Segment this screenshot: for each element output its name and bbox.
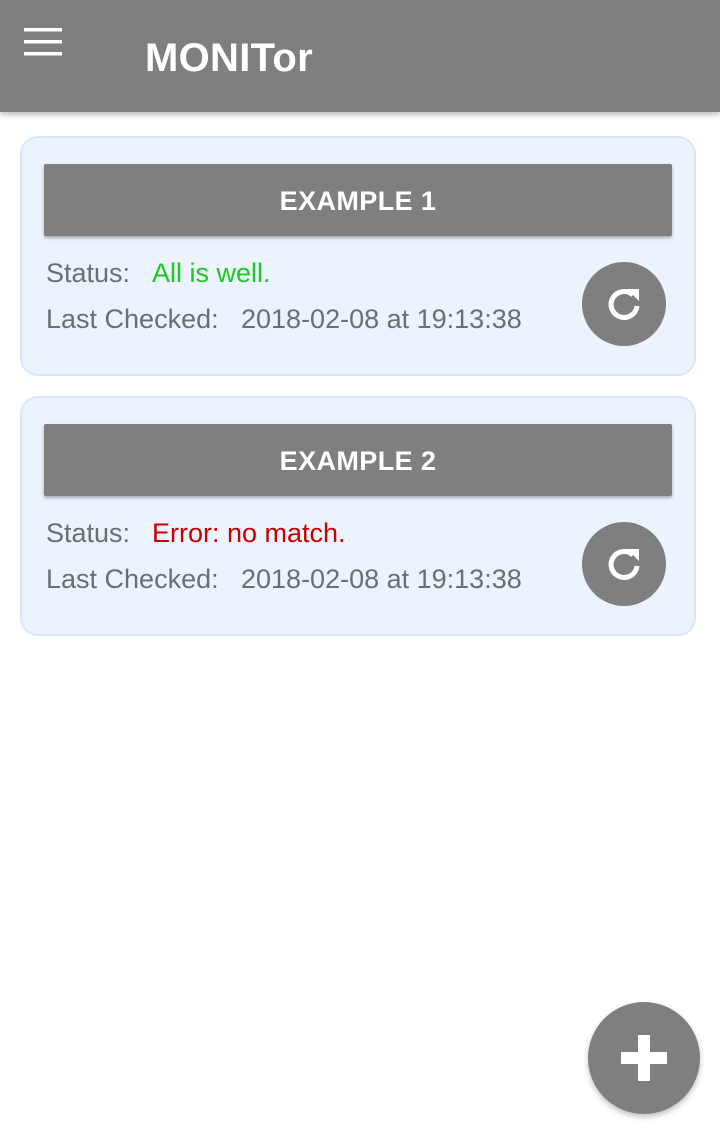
monitor-title-button[interactable]: EXAMPLE 2 (44, 424, 672, 496)
monitor-card: EXAMPLE 2 Status: Error: no match. Last C… (20, 396, 696, 636)
menu-button[interactable] (24, 28, 88, 84)
last-checked-row: Last Checked: 2018-02-08 at 19:13:38 (46, 564, 522, 595)
refresh-icon (608, 549, 640, 580)
refresh-button[interactable] (582, 522, 666, 606)
last-checked-value: 2018-02-08 at 19:13:38 (241, 304, 522, 334)
app-title: MONITor (145, 36, 313, 80)
monitor-list: EXAMPLE 1 Status: All is well. Last Check… (20, 136, 696, 656)
refresh-icon (608, 289, 640, 320)
app-bar: MONITor (0, 0, 720, 112)
status-label: Status: (46, 258, 131, 288)
status-value: Error: no match. (152, 518, 346, 548)
hamburger-menu-icon (24, 28, 62, 56)
last-checked-label: Last Checked: (46, 304, 219, 334)
status-row: Status: All is well. (46, 258, 271, 289)
last-checked-value: 2018-02-08 at 19:13:38 (241, 564, 522, 594)
monitor-title-button[interactable]: EXAMPLE 1 (44, 164, 672, 236)
monitor-card: EXAMPLE 1 Status: All is well. Last Check… (20, 136, 696, 376)
refresh-button[interactable] (582, 262, 666, 346)
last-checked-row: Last Checked: 2018-02-08 at 19:13:38 (46, 304, 522, 335)
status-value: All is well. (152, 258, 271, 288)
plus-icon (621, 1035, 667, 1081)
status-label: Status: (46, 518, 131, 548)
last-checked-label: Last Checked: (46, 564, 219, 594)
add-monitor-button[interactable] (588, 1002, 700, 1114)
status-row: Status: Error: no match. (46, 518, 346, 549)
